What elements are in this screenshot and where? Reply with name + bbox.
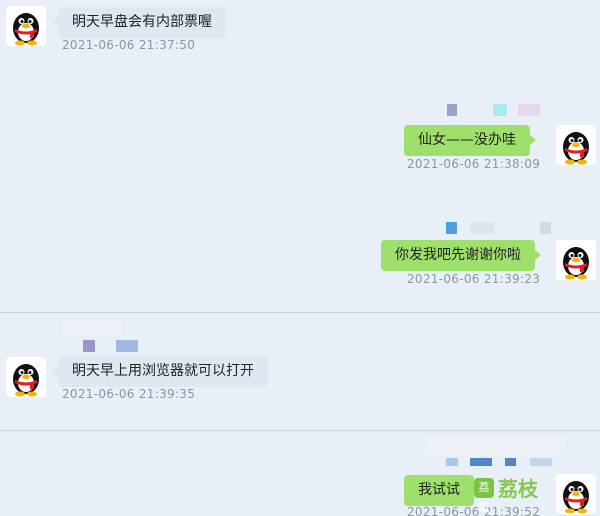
qq-penguin-icon[interactable] [6, 357, 46, 397]
message-timestamp: 2021-06-06 21:38:09 [407, 157, 541, 171]
watermark: 荔枝 荔枝 [474, 473, 538, 514]
redacted-name [470, 222, 494, 234]
watermark-text: 荔枝 [498, 477, 538, 501]
redacted-name [493, 104, 507, 116]
qq-penguin-icon[interactable] [556, 240, 596, 280]
message-bubble[interactable]: 你发我吧先谢谢你啦 [381, 240, 541, 271]
message-timestamp: 2021-06-06 21:37:50 [62, 38, 196, 52]
message-bubble[interactable]: 仙女——没办哇 [404, 125, 536, 156]
watermark-logo-icon: 荔枝 [474, 477, 494, 514]
redacted-name [470, 458, 492, 466]
redacted-name [116, 340, 138, 352]
redacted-name [446, 222, 457, 234]
qq-penguin-icon[interactable] [6, 6, 46, 46]
qq-penguin-icon[interactable] [556, 125, 596, 165]
message-timestamp: 2021-06-06 21:39:52 [407, 505, 541, 516]
redacted-name [62, 322, 122, 336]
chat-area: 明天早盘会有内部票喔 2021-06-06 21:37:50 仙女——没办哇 2… [0, 0, 600, 516]
redacted-name [518, 104, 540, 116]
redacted-name [447, 104, 457, 116]
redacted-name [530, 458, 552, 466]
message-timestamp: 2021-06-06 21:39:35 [62, 387, 196, 401]
redacted-name [505, 458, 516, 466]
divider [0, 430, 600, 431]
divider [0, 312, 600, 313]
redacted-name [540, 222, 551, 234]
message-bubble[interactable]: 明天早盘会有内部票喔 [52, 7, 226, 38]
redacted-name [83, 340, 95, 352]
message-bubble[interactable]: 我试试 [404, 475, 480, 506]
redacted-name [446, 458, 458, 466]
message-bubble[interactable]: 明天早上用浏览器就可以打开 [52, 356, 268, 387]
qq-penguin-icon[interactable] [556, 474, 596, 514]
message-timestamp: 2021-06-06 21:39:23 [407, 272, 541, 286]
redacted-name [425, 436, 565, 454]
